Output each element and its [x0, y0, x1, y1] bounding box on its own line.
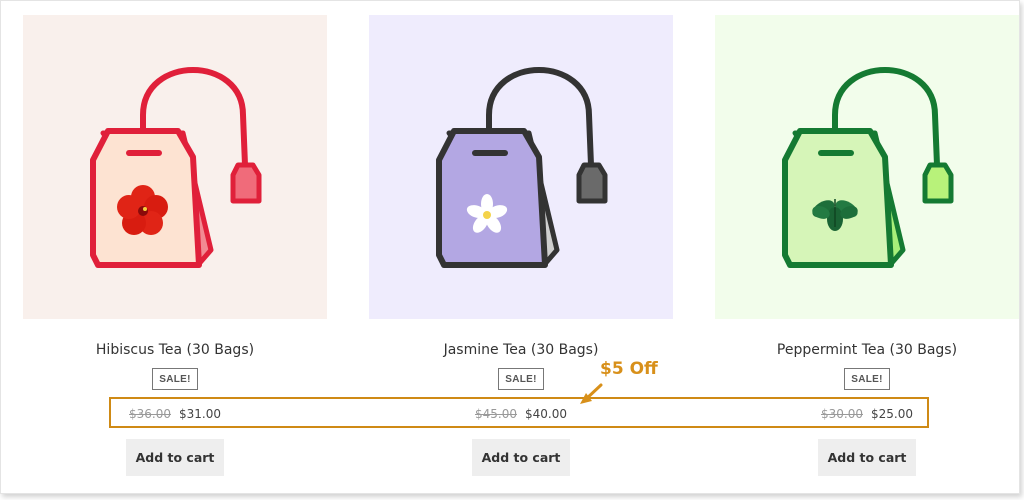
- product-title[interactable]: Peppermint Tea (30 Bags): [715, 342, 1019, 358]
- product-image-jasmine[interactable]: [369, 15, 673, 319]
- jasmine-tea-bag-icon: [436, 67, 608, 268]
- discount-callout: $5 Off: [600, 359, 658, 379]
- product-image-peppermint[interactable]: [715, 15, 1019, 319]
- product-card-jasmine: Jasmine Tea (30 Bags) SALE! $45.00 $40.00…: [369, 15, 673, 476]
- product-title[interactable]: Jasmine Tea (30 Bags): [369, 342, 673, 358]
- product-card-peppermint: Peppermint Tea (30 Bags) SALE! $30.00 $25…: [715, 15, 1019, 476]
- sale-badge: SALE!: [23, 368, 327, 390]
- add-to-cart-button[interactable]: Add to cart: [126, 439, 224, 476]
- arrow-icon: [580, 383, 603, 404]
- product-grid: Hibiscus Tea (30 Bags) SALE! $36.00 $31.0…: [0, 0, 1020, 494]
- price-highlight-box: [109, 397, 929, 428]
- product-card-hibiscus: Hibiscus Tea (30 Bags) SALE! $36.00 $31.0…: [23, 15, 327, 476]
- add-to-cart-button[interactable]: Add to cart: [472, 439, 570, 476]
- product-image-hibiscus[interactable]: [23, 15, 327, 319]
- product-title[interactable]: Hibiscus Tea (30 Bags): [23, 342, 327, 358]
- sale-badge: SALE!: [715, 368, 1019, 390]
- peppermint-tea-bag-icon: [782, 67, 954, 268]
- add-to-cart-button[interactable]: Add to cart: [818, 439, 916, 476]
- hibiscus-tea-bag-icon: [90, 67, 262, 268]
